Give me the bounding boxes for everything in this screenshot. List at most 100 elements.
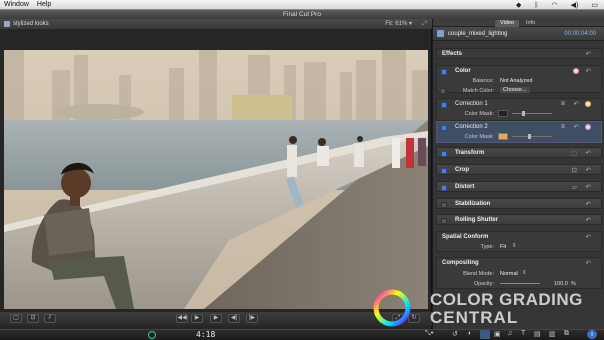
reset-icon[interactable]: ↶ [586, 166, 591, 174]
rolling-shutter-section[interactable]: Rolling Shutter ↶ [436, 214, 602, 225]
color-mask-label: Color Mask: [464, 134, 494, 140]
project-name: stylized looks [13, 21, 49, 27]
color-mask-label: Color Mask: [464, 111, 494, 117]
color-mask-swatch[interactable] [498, 110, 508, 117]
app-titlebar: Final Cut Pro [0, 10, 604, 19]
clip-icon [437, 30, 444, 37]
mask-slider[interactable] [512, 113, 552, 114]
mask-icon[interactable]: ⧈ [561, 100, 565, 108]
reset-icon[interactable]: ↶ [586, 233, 591, 241]
distort-onscreen-icon[interactable]: ▱ [572, 183, 577, 191]
rolling-shutter-enable-checkbox[interactable] [441, 217, 447, 224]
mask-icon[interactable]: ⧈ [561, 123, 565, 131]
viewer-options-icon[interactable]: ⤢ [422, 19, 427, 29]
dropbox-icon[interactable]: ◆ [512, 1, 525, 9]
stabilization-enable-checkbox[interactable] [441, 201, 447, 208]
crop-enable-checkbox[interactable] [441, 167, 447, 174]
tab-video[interactable]: Video [495, 20, 519, 27]
play-icon[interactable]: ▶ [191, 314, 203, 323]
next-edit-icon[interactable]: |▶ [246, 314, 258, 323]
blend-mode-value[interactable]: Normal [500, 271, 518, 277]
color-mask-swatch[interactable] [498, 133, 508, 140]
reset-icon[interactable]: ↶ [586, 216, 591, 224]
transform-section[interactable]: Transform ⬚ ↶ [436, 147, 602, 158]
color-enable-checkbox[interactable] [441, 68, 447, 75]
correction-2-enable-checkbox[interactable] [441, 124, 447, 131]
rolling-shutter-title: Rolling Shutter [455, 217, 498, 223]
color-board-button-icon[interactable] [585, 101, 591, 107]
transform-tool-icon[interactable]: ⊡ [27, 314, 39, 323]
background-tasks-icon[interactable] [148, 331, 156, 339]
opacity-label: Opacity: [473, 281, 494, 287]
timecode-display[interactable]: 4:18 [196, 330, 215, 339]
match-color-choose-button[interactable]: Choose... [500, 87, 530, 93]
color-board-icon[interactable]: ⫽ [44, 314, 56, 323]
reset-icon[interactable]: ↶ [586, 67, 591, 75]
reset-icon[interactable]: ↶ [574, 123, 579, 131]
color-board-button-icon[interactable] [585, 124, 591, 130]
bluetooth-icon[interactable]: ᛒ [530, 2, 542, 9]
distort-enable-checkbox[interactable] [441, 184, 447, 191]
transform-onscreen-icon[interactable]: ⬚ [571, 149, 577, 157]
clip-name: couple_mixed_lighting [448, 30, 508, 37]
inspector-panel: Video Info couple_mixed_lighting 00:00:0… [433, 19, 604, 329]
mask-slider-knob[interactable] [522, 111, 525, 116]
match-color-label: Match Color: [462, 88, 494, 94]
opacity-slider[interactable] [500, 283, 540, 284]
fit-value: 61% [395, 21, 408, 27]
type-value[interactable]: Fit [500, 244, 506, 250]
project-icon [4, 21, 10, 27]
reset-icon[interactable]: ↶ [586, 50, 591, 58]
menu-help[interactable]: Help [33, 1, 55, 8]
fit-control[interactable]: Fit: 61% ▾ [385, 19, 412, 29]
mask-slider[interactable] [512, 136, 552, 137]
system-tray: ◆ ᛒ ◠ ◀) ▭ [512, 0, 602, 10]
go-to-start-icon[interactable]: ◀◀ [176, 314, 188, 323]
effects-section-header[interactable]: Effects ↶ [436, 48, 602, 59]
volume-icon[interactable]: ◀) [567, 1, 583, 9]
correction-1-enable-checkbox[interactable] [441, 101, 447, 108]
balance-row: Balance: Not Analyzed [436, 76, 602, 86]
correction-2-title: Correction 2 [455, 124, 488, 130]
viewer-header: stylized looks Fit: 61% ▾ ⤢ [0, 19, 432, 29]
transform-enable-checkbox[interactable] [441, 150, 447, 157]
balance-label: Balance: [472, 78, 494, 84]
watermark-line2: CENTRAL [430, 308, 519, 327]
crop-tool-icon[interactable]: ▢ [10, 314, 22, 323]
crop-section[interactable]: Crop ⊡ ↶ [436, 164, 602, 175]
crop-onscreen-icon[interactable]: ⊡ [572, 166, 577, 174]
battery-icon[interactable]: ▭ [587, 1, 602, 9]
wifi-icon[interactable]: ◠ [548, 1, 562, 9]
match-color-checkbox[interactable] [440, 88, 446, 94]
next-frame-icon[interactable]: ▶ [210, 314, 222, 323]
correction-1-mask-row: Color Mask: [436, 109, 602, 119]
stabilization-title: Stabilization [455, 201, 491, 207]
crop-title: Crop [455, 167, 469, 173]
reset-icon[interactable]: ↶ [586, 259, 591, 267]
viewer-panel: stylized looks Fit: 61% ▾ ⤢ ▢ ⊡ ⫽ ◀◀ ▶ ▶… [0, 19, 432, 329]
menu-window[interactable]: Window [0, 1, 33, 8]
color-board-button-icon[interactable] [573, 68, 579, 74]
transform-title: Transform [455, 150, 485, 156]
tab-info[interactable]: Info [521, 20, 540, 27]
previous-edit-icon[interactable]: ◀| [228, 314, 240, 323]
color-grading-central-watermark: COLOR GRADING CENTRAL [372, 288, 602, 334]
chevron-updown-icon[interactable]: ⇕ [512, 243, 517, 249]
video-frame[interactable] [4, 50, 428, 309]
correction-2-mask-row: Color Mask: [436, 132, 602, 142]
mask-slider-knob[interactable] [528, 134, 531, 139]
project-label[interactable]: stylized looks [4, 19, 49, 29]
video-frame-image [4, 50, 428, 309]
reset-icon[interactable]: ↶ [574, 100, 579, 108]
chevron-updown-icon[interactable]: ⇕ [522, 270, 527, 276]
opacity-value[interactable]: 100.0 [554, 281, 568, 287]
match-color-row: Match Color: Choose... [436, 86, 602, 96]
compositing-title: Compositing [442, 260, 479, 266]
stabilization-section[interactable]: Stabilization ↶ [436, 198, 602, 209]
reset-icon[interactable]: ↶ [586, 183, 591, 191]
distort-section[interactable]: Distort ▱ ↶ [436, 181, 602, 192]
app-title: Final Cut Pro [283, 11, 321, 18]
reset-icon[interactable]: ↶ [586, 200, 591, 208]
distort-title: Distort [455, 184, 475, 190]
reset-icon[interactable]: ↶ [586, 149, 591, 157]
